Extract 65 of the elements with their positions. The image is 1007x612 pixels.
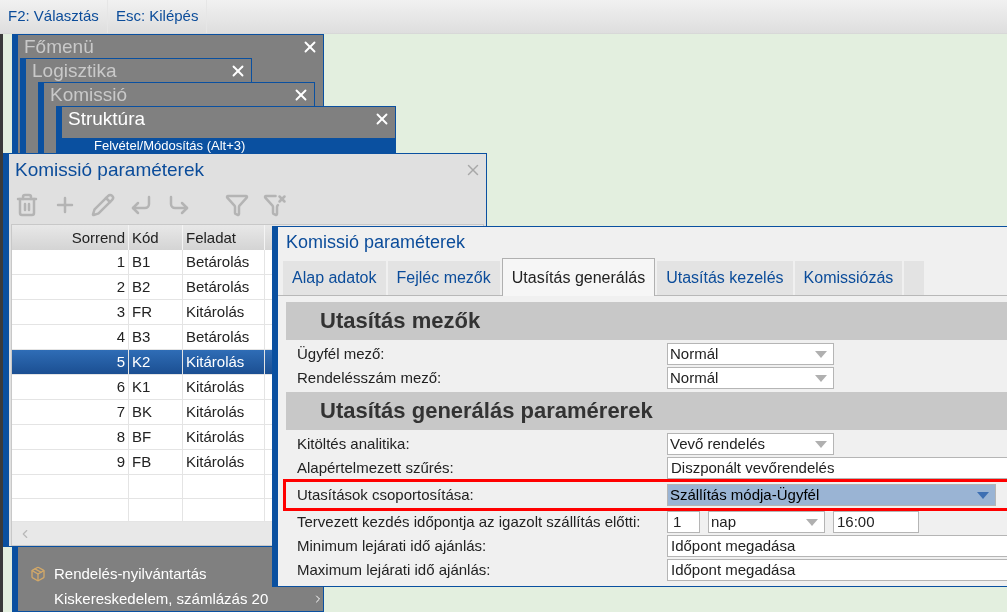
table-cell: B2 <box>129 275 183 299</box>
text-field[interactable]: Diszponált vevőrendelés <box>667 457 1007 479</box>
table-cell: K2 <box>129 350 183 374</box>
dropdown[interactable]: nap <box>708 511 825 533</box>
window-title: Főmenü <box>24 35 94 59</box>
field-label: Alapértelmezett szűrés: <box>296 457 455 478</box>
shortcut-button[interactable]: Esc: Kilépés <box>107 0 208 33</box>
menu-item[interactable]: Kiskereskedelem, számlázás 20 <box>54 587 304 611</box>
shortcut-button[interactable]: F2: Választás <box>0 0 108 33</box>
dropdown[interactable]: Normál <box>667 367 834 389</box>
table-cell: 2 <box>12 275 129 299</box>
table-cell: FR <box>129 300 183 324</box>
text-field[interactable]: Időpont megadása <box>667 535 1007 557</box>
tab[interactable]: Komissiózás <box>794 261 903 295</box>
table-cell: 6 <box>12 375 129 399</box>
table-cell: 7 <box>12 400 129 424</box>
field-label: Minimum lejárati idő ajánlás: <box>296 535 488 556</box>
table-cell: Kitárolás <box>183 300 265 324</box>
window-title: Struktúra <box>68 107 146 131</box>
section-header: Utasítás mezők <box>286 302 1007 340</box>
table-cell: Kitárolás <box>183 450 265 474</box>
table-cell: Kitárolás <box>183 425 265 449</box>
table-cell: Kitárolás <box>183 400 265 424</box>
tab-edge[interactable] <box>904 261 925 295</box>
caret-icon <box>815 440 827 448</box>
field-label: Utasítások csoportosítása: <box>296 484 475 505</box>
number-field[interactable]: 1 <box>667 511 700 533</box>
tab[interactable]: Alap adatok <box>283 261 386 295</box>
section-header: Utasítás generálás paramérerek <box>286 392 1007 430</box>
table-cell: 1 <box>12 250 129 274</box>
table-cell: B3 <box>129 325 183 349</box>
window-title: Logisztika <box>32 59 117 83</box>
caret-icon <box>815 350 827 358</box>
table-cell: 3 <box>12 300 129 324</box>
table-cell: Kitárolás <box>183 375 265 399</box>
table-cell: Kitárolás <box>183 350 265 374</box>
table-cell: 8 <box>12 425 129 449</box>
table-cell: 4 <box>12 325 129 349</box>
dropdown[interactable]: Vevő rendelés <box>667 433 834 455</box>
menu-entry[interactable]: Felvétel/Módosítás (Alt+3) <box>94 138 395 153</box>
package-icon <box>30 566 46 582</box>
field-label: Tervezett kezdés időpontja az igazolt szállítás előtti: <box>296 511 642 532</box>
table-cell: BF <box>129 425 183 449</box>
caret-icon <box>977 491 989 499</box>
table-cell: Betárolás <box>183 250 265 274</box>
table-cell: 9 <box>12 450 129 474</box>
table-cell: B1 <box>129 250 183 274</box>
table-cell: K1 <box>129 375 183 399</box>
text-field[interactable]: Időpont megadása <box>667 559 1007 581</box>
window-title: Komissió <box>50 83 128 107</box>
table-cell: Betárolás <box>183 325 265 349</box>
table-cell: Betárolás <box>183 275 265 299</box>
tab[interactable]: Fejléc mezők <box>387 261 500 295</box>
table-cell: 5 <box>12 350 129 374</box>
caret-icon <box>815 374 827 382</box>
tab[interactable]: Utasítás kezelés <box>657 261 793 295</box>
window-title: Komissió paraméterek <box>15 157 205 182</box>
table-cell: BK <box>129 400 183 424</box>
dropdown[interactable]: Szállítás módja-Ügyfél <box>667 484 996 506</box>
table-cell: FB <box>129 450 183 474</box>
dropdown[interactable]: Normál <box>667 343 834 365</box>
caret-icon <box>806 518 818 526</box>
tab[interactable]: Utasítás generálás <box>501 258 656 296</box>
time-field[interactable]: 16:00 <box>833 511 919 533</box>
field-label: Maximum lejárati idő ajánlás: <box>296 559 492 580</box>
